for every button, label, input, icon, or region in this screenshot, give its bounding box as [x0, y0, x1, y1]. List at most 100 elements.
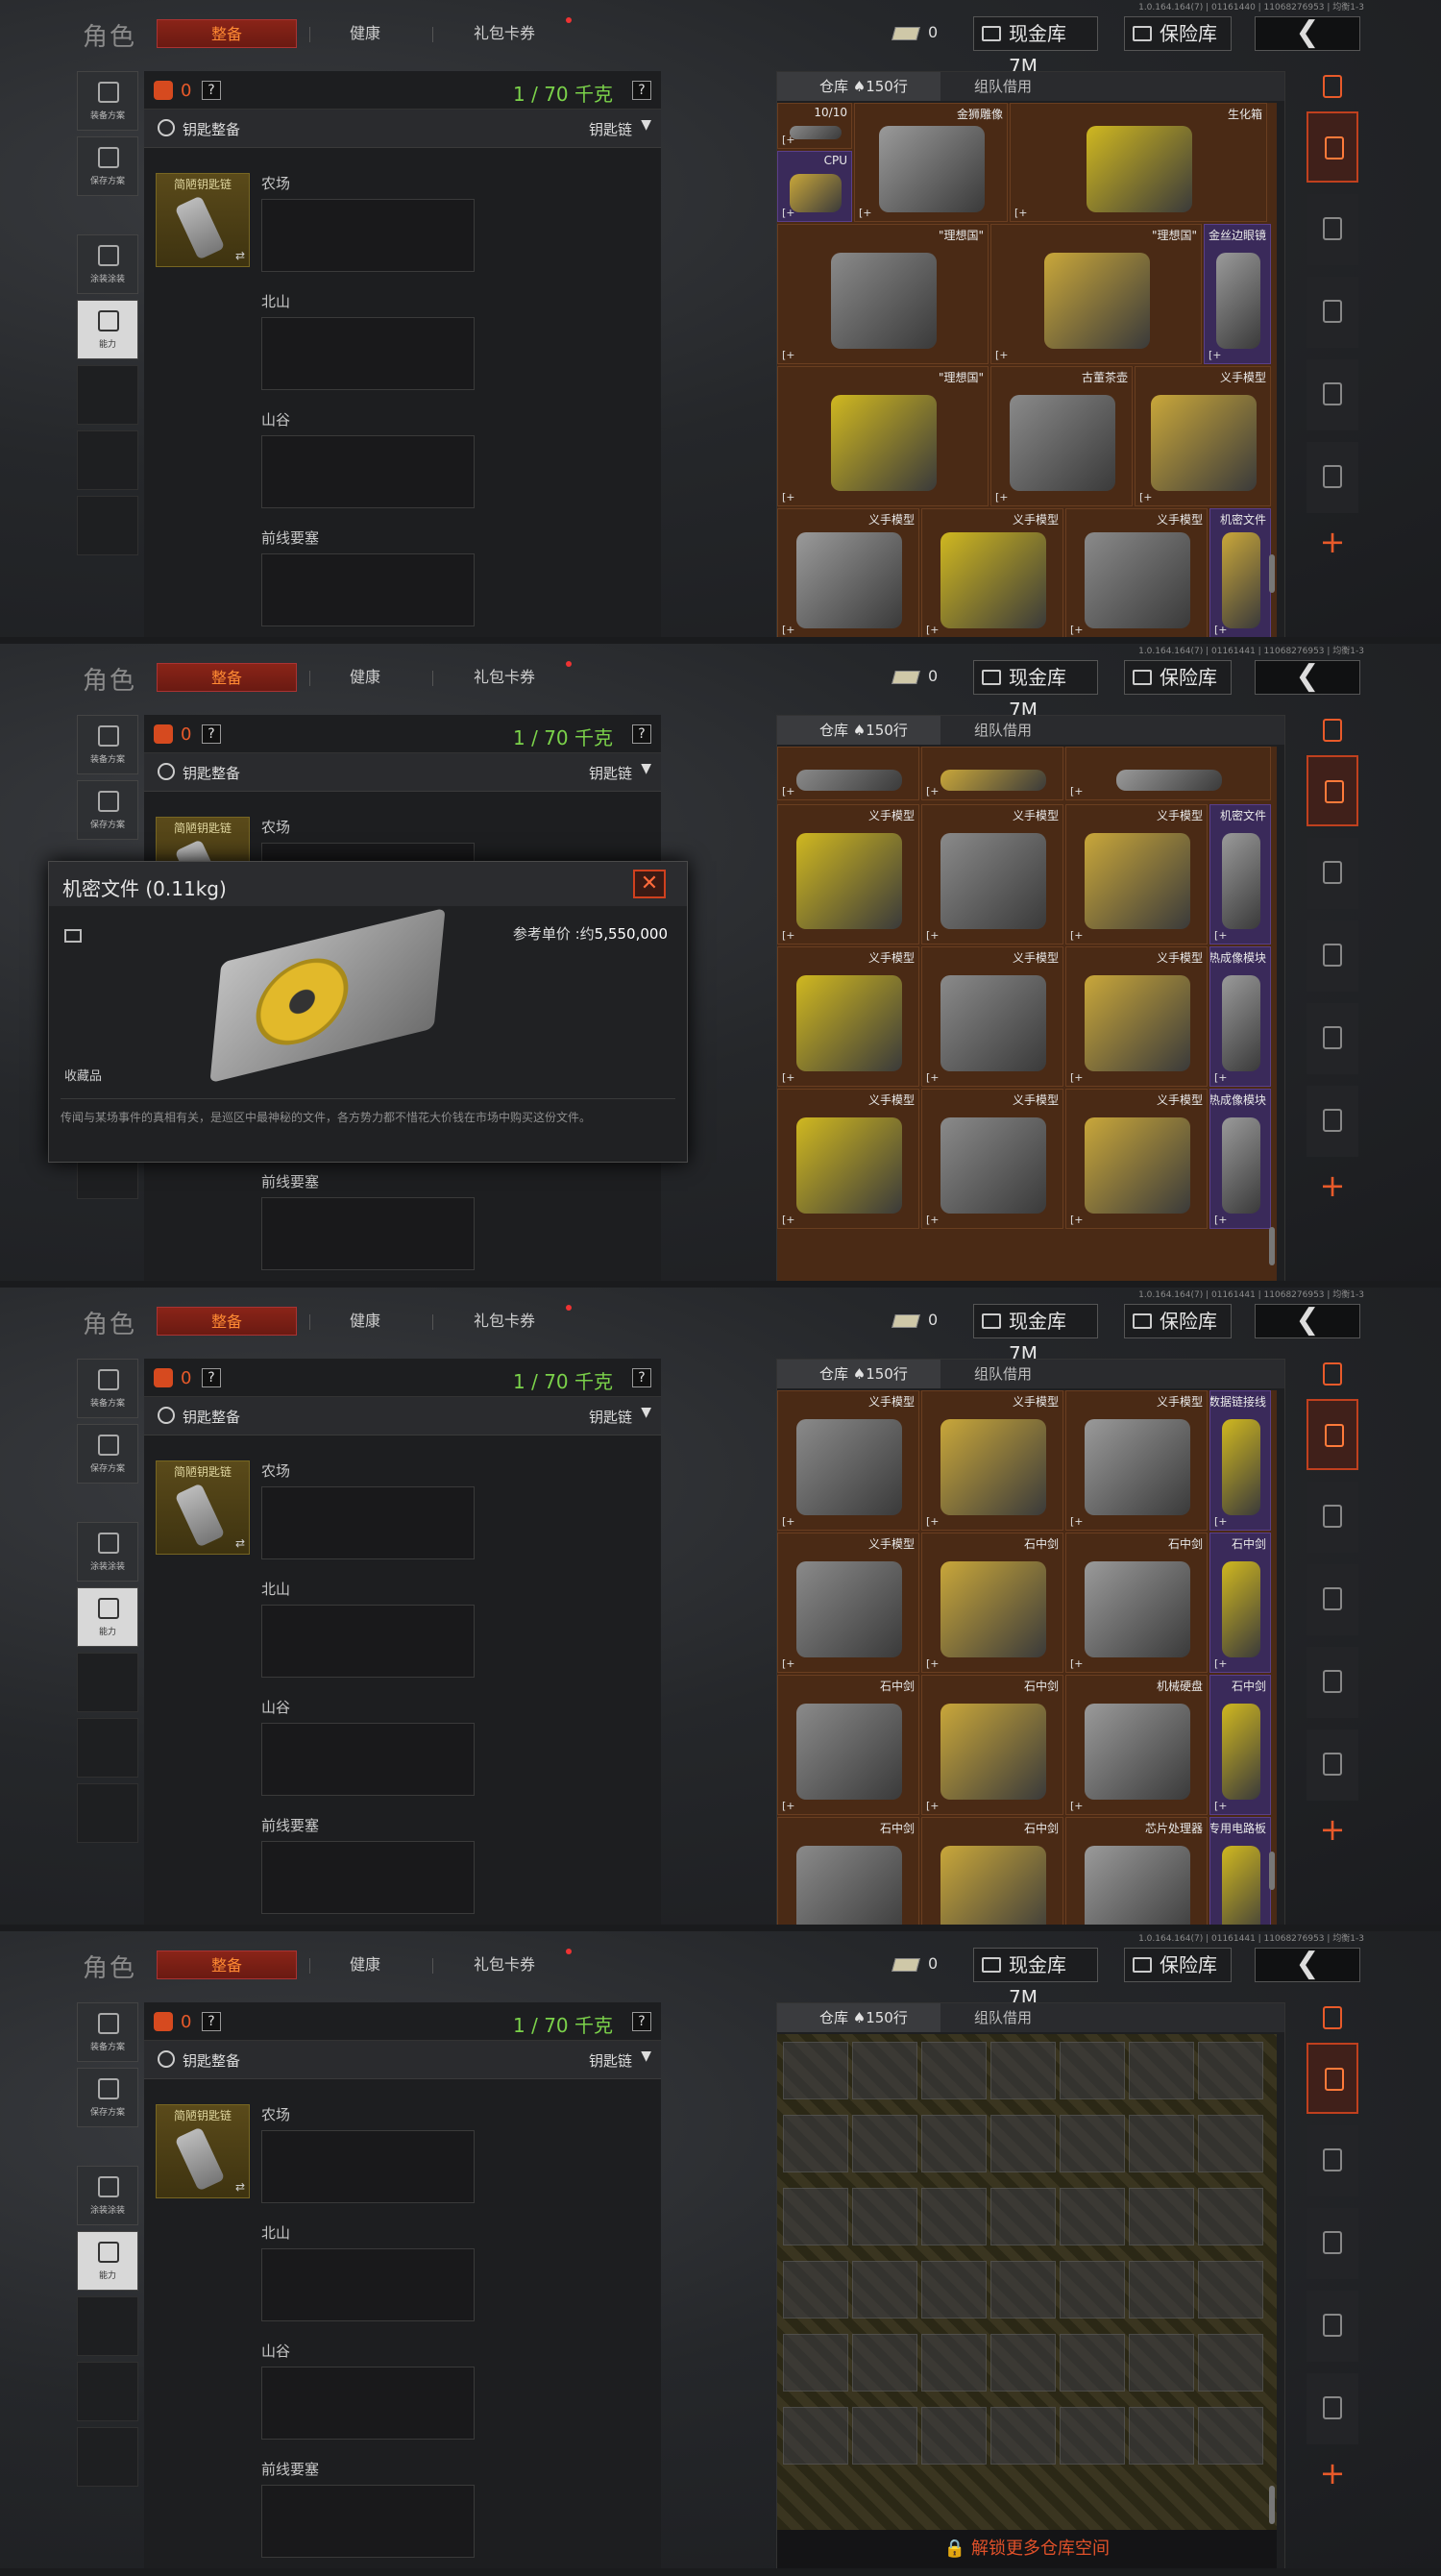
tab-team-borrow[interactable]: 组队借用 [974, 716, 1032, 745]
stash-item[interactable]: 义手模型 [+ [777, 1390, 919, 1531]
filter-loot-tab[interactable] [1307, 2373, 1358, 2444]
stash-item[interactable]: 义手模型 [+ [1065, 1089, 1208, 1229]
filter-ammo-tab[interactable] [1307, 2291, 1358, 2362]
stash-item[interactable]: [+ [921, 747, 1063, 800]
help-icon[interactable]: ? [202, 724, 221, 744]
chevron-down-icon[interactable]: ▼ [641, 117, 651, 133]
stash-scrollbar[interactable] [1269, 1227, 1275, 1265]
filter-weapon-tab[interactable] [1307, 920, 1358, 992]
sort-icon-tab[interactable] [1307, 1359, 1358, 1387]
ability-button[interactable]: 能力 [77, 2231, 138, 2291]
tab-stash[interactable]: 仓库 ♠150行 [777, 1360, 940, 1388]
sort-icon-tab[interactable] [1307, 71, 1358, 100]
stash-item[interactable]: "理想国" [+ [777, 224, 989, 364]
stash-item[interactable]: 专用电路板[+ [1209, 1817, 1271, 1925]
stash-item[interactable]: 石中剑[+ [921, 1533, 1063, 1673]
help-icon[interactable]: ? [202, 2012, 221, 2031]
stash-item[interactable]: 热成像模块 [+ [1209, 1089, 1271, 1229]
tab-stash[interactable]: 仓库 ♠150行 [777, 2003, 940, 2032]
cash-vault-button[interactable]: 现金库 7M [973, 1948, 1098, 2009]
filter-weapon-tab[interactable] [1307, 1564, 1358, 1635]
stash-item[interactable]: 义手模型 [+ [1065, 946, 1208, 1087]
cash-vault-button[interactable]: 现金库 7M [973, 660, 1098, 722]
keychain-card[interactable]: 简陋钥匙链 ⇄ [156, 1460, 250, 1555]
tab-gift-cards[interactable]: 礼包卡券 [452, 663, 557, 692]
tab-gift-cards[interactable]: 礼包卡券 [452, 1950, 557, 1979]
tab-health[interactable]: 健康 [327, 1307, 403, 1336]
swap-icon[interactable]: ⇄ [235, 249, 245, 262]
tab-gift-cards[interactable]: 礼包卡券 [452, 19, 557, 48]
stash-item[interactable]: 石中剑[+ [777, 1675, 919, 1815]
filter-all-tab[interactable] [1307, 2043, 1358, 2114]
filter-armor-tab[interactable] [1307, 194, 1358, 265]
safe-vault-button[interactable]: 保险库 [1124, 1948, 1232, 1982]
stash-item[interactable]: "理想国" [+ [990, 224, 1202, 364]
stash-item[interactable]: 金狮雕像 [+ [854, 103, 1008, 222]
safe-vault-button[interactable]: 保险库 [1124, 16, 1232, 51]
stash-item[interactable]: 古董茶壶 [+ [990, 366, 1133, 506]
stash-scrollbar[interactable] [1269, 554, 1275, 593]
add-stash-button[interactable]: + [1307, 2456, 1358, 2494]
stash-item[interactable]: 义手模型 [+ [1065, 804, 1208, 945]
tab-health[interactable]: 健康 [327, 663, 403, 692]
close-button[interactable]: ✕ [633, 870, 666, 898]
stash-item[interactable]: 义手模型 [+ [777, 804, 919, 945]
stash-item[interactable]: 石中剑[+ [1065, 1533, 1208, 1673]
swap-icon[interactable]: ⇄ [235, 1536, 245, 1550]
stash-item[interactable]: 义手模型 [+ [1135, 366, 1271, 506]
loadout-plan-button[interactable]: 装备方案 [77, 1359, 138, 1418]
stash-item[interactable]: 义手模型 [+ [921, 946, 1063, 1087]
help-icon[interactable]: ? [632, 724, 651, 744]
swap-icon[interactable]: ⇄ [235, 2180, 245, 2194]
filter-ammo-tab[interactable] [1307, 1003, 1358, 1074]
filter-all-tab[interactable] [1307, 755, 1358, 826]
back-button[interactable]: ❮ [1255, 1948, 1360, 1982]
tab-team-borrow[interactable]: 组队借用 [974, 1360, 1032, 1388]
stash-item[interactable]: 石中剑[+ [1209, 1533, 1271, 1673]
safe-vault-button[interactable]: 保险库 [1124, 1304, 1232, 1338]
chevron-down-icon[interactable]: ▼ [641, 761, 651, 776]
filter-armor-tab[interactable] [1307, 838, 1358, 909]
filter-ammo-tab[interactable] [1307, 1647, 1358, 1718]
help-icon[interactable]: ? [632, 2012, 651, 2031]
stash-item[interactable]: 石中剑[+ [921, 1817, 1063, 1925]
tab-loadout[interactable]: 整备 [157, 19, 297, 48]
stash-item[interactable]: 义手模型 [+ [921, 508, 1063, 637]
share-icon[interactable] [64, 929, 82, 943]
key-slot[interactable] [261, 553, 475, 626]
skin-plan-button[interactable]: 涂装涂装 [77, 1522, 138, 1582]
ability-button[interactable]: 能力 [77, 300, 138, 359]
save-plan-button[interactable]: 保存方案 [77, 136, 138, 196]
chevron-down-icon[interactable]: ▼ [641, 1405, 651, 1420]
tab-team-borrow[interactable]: 组队借用 [974, 72, 1032, 101]
safe-vault-button[interactable]: 保险库 [1124, 660, 1232, 695]
skin-plan-button[interactable]: 涂装涂装 [77, 234, 138, 294]
key-slot[interactable] [261, 2485, 475, 2558]
add-stash-button[interactable]: + [1307, 525, 1358, 563]
stash-item[interactable]: 机密文件 [+ [1209, 804, 1271, 945]
stash-item[interactable]: 义手模型 [+ [777, 508, 919, 637]
loadout-plan-button[interactable]: 装备方案 [77, 2002, 138, 2062]
key-slot[interactable] [261, 1486, 475, 1559]
key-select-value[interactable]: 钥匙链 [589, 1407, 632, 1427]
stash-item[interactable]: 义手模型 [+ [921, 804, 1063, 945]
cash-vault-button[interactable]: 现金库 7M [973, 1304, 1098, 1365]
sort-icon-tab[interactable] [1307, 2002, 1358, 2031]
key-loadout-row[interactable]: 钥匙整备 钥匙链 ▼ [144, 2041, 661, 2079]
key-slot[interactable] [261, 1197, 475, 1270]
stash-scrollbar[interactable] [1269, 2486, 1275, 2524]
tab-stash[interactable]: 仓库 ♠150行 [777, 716, 940, 745]
loadout-plan-button[interactable]: 装备方案 [77, 71, 138, 131]
filter-loot-tab[interactable] [1307, 1086, 1358, 1157]
sort-icon-tab[interactable] [1307, 715, 1358, 744]
tab-loadout[interactable]: 整备 [157, 663, 297, 692]
key-loadout-row[interactable]: 钥匙整备 钥匙链 ▼ [144, 1397, 661, 1435]
ability-button[interactable]: 能力 [77, 1587, 138, 1647]
stash-item[interactable]: 热成像模块 [+ [1209, 946, 1271, 1087]
key-slot[interactable] [261, 435, 475, 508]
tab-health[interactable]: 健康 [327, 1950, 403, 1979]
stash-item[interactable]: 机密文件 [+ [1209, 508, 1271, 637]
key-select-value[interactable]: 钥匙链 [589, 763, 632, 783]
stash-item[interactable]: 义手模型 [+ [777, 946, 919, 1087]
stash-item[interactable]: 义手模型 [+ [777, 1533, 919, 1673]
